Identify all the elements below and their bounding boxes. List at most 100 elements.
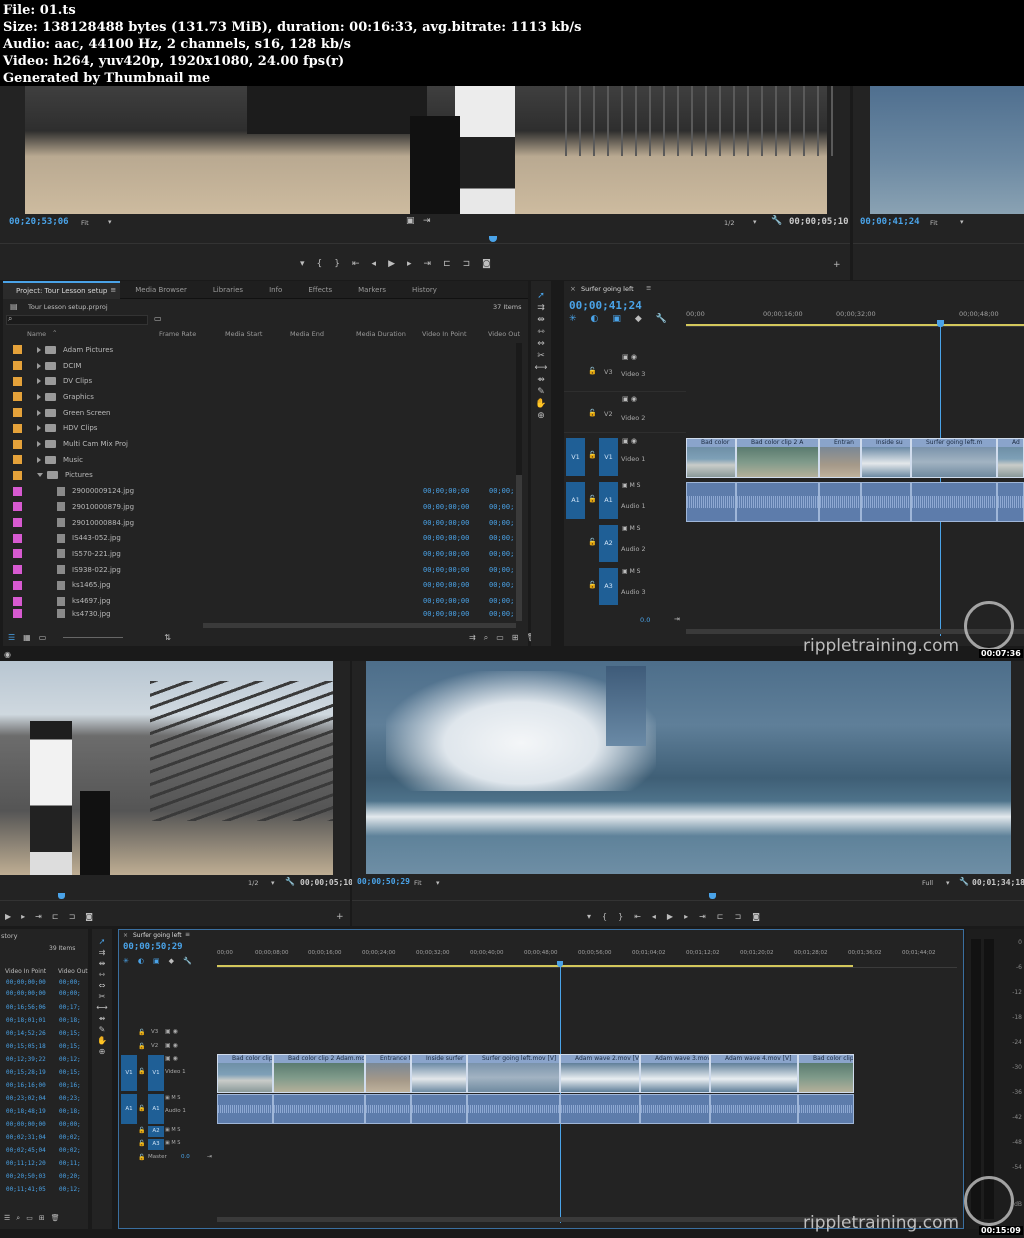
list-item[interactable]: HDV Clips xyxy=(3,421,523,437)
icon-view-icon[interactable]: ▦ xyxy=(23,633,31,643)
search-input[interactable] xyxy=(6,315,148,325)
selection-tool-icon[interactable]: ➚ xyxy=(537,291,545,301)
program-playhead[interactable] xyxy=(709,893,716,899)
track-target-a2[interactable]: A2 xyxy=(599,525,618,562)
chevron-down-icon[interactable]: ▾ xyxy=(960,217,964,227)
audio-clip[interactable] xyxy=(861,482,911,522)
add-button-icon[interactable]: + xyxy=(336,912,344,922)
list-item[interactable]: 00;20;50;03 00;20; xyxy=(6,1173,86,1180)
chevron-down-icon[interactable]: ▾ xyxy=(271,878,275,888)
track-target-v1[interactable]: V1 xyxy=(148,1055,164,1091)
mute-solo-icon[interactable]: ▣ M S xyxy=(622,481,640,491)
audio-clip[interactable] xyxy=(640,1094,710,1124)
lock-icon[interactable]: 🔓 xyxy=(588,580,597,590)
list-item[interactable]: 00;15;28;19 00;15; xyxy=(6,1069,86,1076)
slide-tool-icon[interactable]: ⇴ xyxy=(99,1014,106,1024)
audio-clip[interactable] xyxy=(365,1094,411,1124)
col-frame-rate[interactable]: Frame Rate xyxy=(159,330,196,338)
add-marker-icon[interactable]: ▣ xyxy=(153,956,160,966)
ripple-edit-tool-icon[interactable]: ⇹ xyxy=(537,315,545,325)
video-clip[interactable]: Entran xyxy=(819,438,861,478)
wrench-icon[interactable]: 🔧 xyxy=(656,314,667,324)
new-bin-icon[interactable]: ▭ xyxy=(154,314,162,324)
source-ratio-select[interactable]: 1/2 xyxy=(724,219,734,227)
slide-tool-icon[interactable]: ⇴ xyxy=(537,375,545,385)
lock-icon[interactable]: 🔓 xyxy=(138,1154,145,1161)
trash-icon[interactable]: 🗑 xyxy=(51,1213,60,1223)
list-item[interactable]: IS938-022.jpg 00;00;00;00 00;00; xyxy=(3,562,523,578)
sequence-tab[interactable]: Surfer going left xyxy=(133,932,182,939)
hand-tool-icon[interactable]: ✋ xyxy=(97,1036,107,1046)
video-clip[interactable]: Entrance t xyxy=(365,1054,411,1093)
lock-icon[interactable]: 🔓 xyxy=(588,450,597,460)
list-view-icon[interactable]: ☰ xyxy=(8,633,15,643)
lock-icon[interactable]: 🔓 xyxy=(138,1140,145,1147)
lock-icon[interactable]: 🔓 xyxy=(588,537,597,547)
linked-selection-icon[interactable]: ◐ xyxy=(138,956,144,966)
track-target-v1[interactable]: V1 xyxy=(599,438,618,476)
expand-icon[interactable] xyxy=(37,409,41,416)
lift-icon[interactable]: ⊏ xyxy=(717,912,724,922)
col-media-end[interactable]: Media End xyxy=(290,330,324,338)
list-item[interactable]: 00;00;00;00 00;00; xyxy=(6,979,86,986)
audio-clip[interactable] xyxy=(710,1094,798,1124)
wrench-icon[interactable]: 🔧 xyxy=(285,877,295,887)
audio-clip[interactable] xyxy=(798,1094,854,1124)
step-forward-icon[interactable]: ▸ xyxy=(684,912,688,922)
track-select-tool-icon[interactable]: ⇉ xyxy=(537,303,545,313)
lock-icon[interactable]: 🔓 xyxy=(588,494,597,504)
add-button-icon[interactable]: + xyxy=(833,260,841,270)
step-forward-icon[interactable]: ▸ xyxy=(21,912,25,922)
list-item[interactable]: 00;12;39;22 00;12; xyxy=(6,1056,86,1063)
ripple-edit-tool-icon[interactable]: ⇹ xyxy=(99,959,106,969)
toggle-output-icon[interactable]: ▣ ◉ xyxy=(165,1055,178,1062)
mark-in-icon[interactable]: { xyxy=(317,259,323,271)
source-patch-v1[interactable]: V1 xyxy=(566,438,585,476)
freeform-view-icon[interactable]: ▭ xyxy=(39,633,47,643)
rolling-edit-tool-icon[interactable]: ⇿ xyxy=(99,970,106,980)
work-area-bar[interactable] xyxy=(686,324,1024,326)
mute-solo-icon[interactable]: ▣ M S xyxy=(165,1127,180,1133)
source-patch-v1[interactable]: V1 xyxy=(121,1055,137,1091)
video-clip[interactable]: Ad xyxy=(997,438,1024,478)
list-item[interactable]: 29010000884.jpg 00;00;00;00 00;00; xyxy=(3,515,523,531)
new-bin-button-icon[interactable]: ▭ xyxy=(496,633,504,643)
add-marker-icon[interactable]: ▣ xyxy=(612,314,621,324)
zoom-tool-icon[interactable]: ⊕ xyxy=(99,1047,106,1057)
panel-menu-icon[interactable]: ≡ xyxy=(110,285,116,295)
expand-icon[interactable] xyxy=(37,393,41,400)
new-item-icon[interactable]: ⊞ xyxy=(39,1213,45,1223)
lock-icon[interactable]: 🔓 xyxy=(138,1043,145,1050)
expand-icon[interactable] xyxy=(37,425,41,432)
zoom-slider[interactable] xyxy=(63,637,123,638)
slip-tool-icon[interactable]: ⟷ xyxy=(535,363,548,373)
list-view-icon[interactable]: ☰ xyxy=(4,1213,10,1223)
goto-in-icon[interactable]: ⇤ xyxy=(352,259,360,271)
camera-icon[interactable]: ◙ xyxy=(752,912,760,922)
panel-menu-icon[interactable]: ≡ xyxy=(185,931,190,938)
list-item[interactable]: Multi Cam Mix Proj xyxy=(3,436,523,452)
list-item[interactable]: DCIM xyxy=(3,358,523,374)
work-area-bar[interactable] xyxy=(217,965,853,967)
audio-clip[interactable] xyxy=(411,1094,467,1124)
program-timecode[interactable]: 00;00;50;29 xyxy=(357,877,410,886)
expand-icon[interactable] xyxy=(37,378,41,385)
rolling-edit-tool-icon[interactable]: ⇿ xyxy=(537,327,545,337)
find-icon[interactable]: ⌕ xyxy=(16,1213,20,1223)
overwrite-button-icon[interactable]: ⊐ xyxy=(463,259,471,271)
list-item[interactable]: 00;11;12;20 00;11; xyxy=(6,1160,86,1167)
list-item[interactable]: 00;02;45;04 00;02; xyxy=(6,1147,86,1154)
chevron-down-icon[interactable]: ▾ xyxy=(108,217,112,227)
program-timecode[interactable]: 00;00;41;24 xyxy=(860,217,920,227)
tab-history[interactable]: History xyxy=(399,281,450,299)
chevron-down-icon[interactable]: ▾ xyxy=(753,217,757,227)
list-item[interactable]: 00;23;02;04 00;23; xyxy=(6,1095,86,1102)
play-icon[interactable]: ▶ xyxy=(388,259,395,271)
source-patch-a1[interactable]: A1 xyxy=(566,482,585,519)
expand-icon[interactable] xyxy=(37,362,41,369)
lock-icon[interactable]: 🔓 xyxy=(138,1068,145,1075)
video-clip[interactable]: Surfer going left.mov [V] xyxy=(467,1054,560,1093)
expand-icon[interactable] xyxy=(37,346,41,353)
mark-out-icon[interactable]: } xyxy=(334,259,340,271)
insert-button-icon[interactable]: ⊏ xyxy=(443,259,451,271)
